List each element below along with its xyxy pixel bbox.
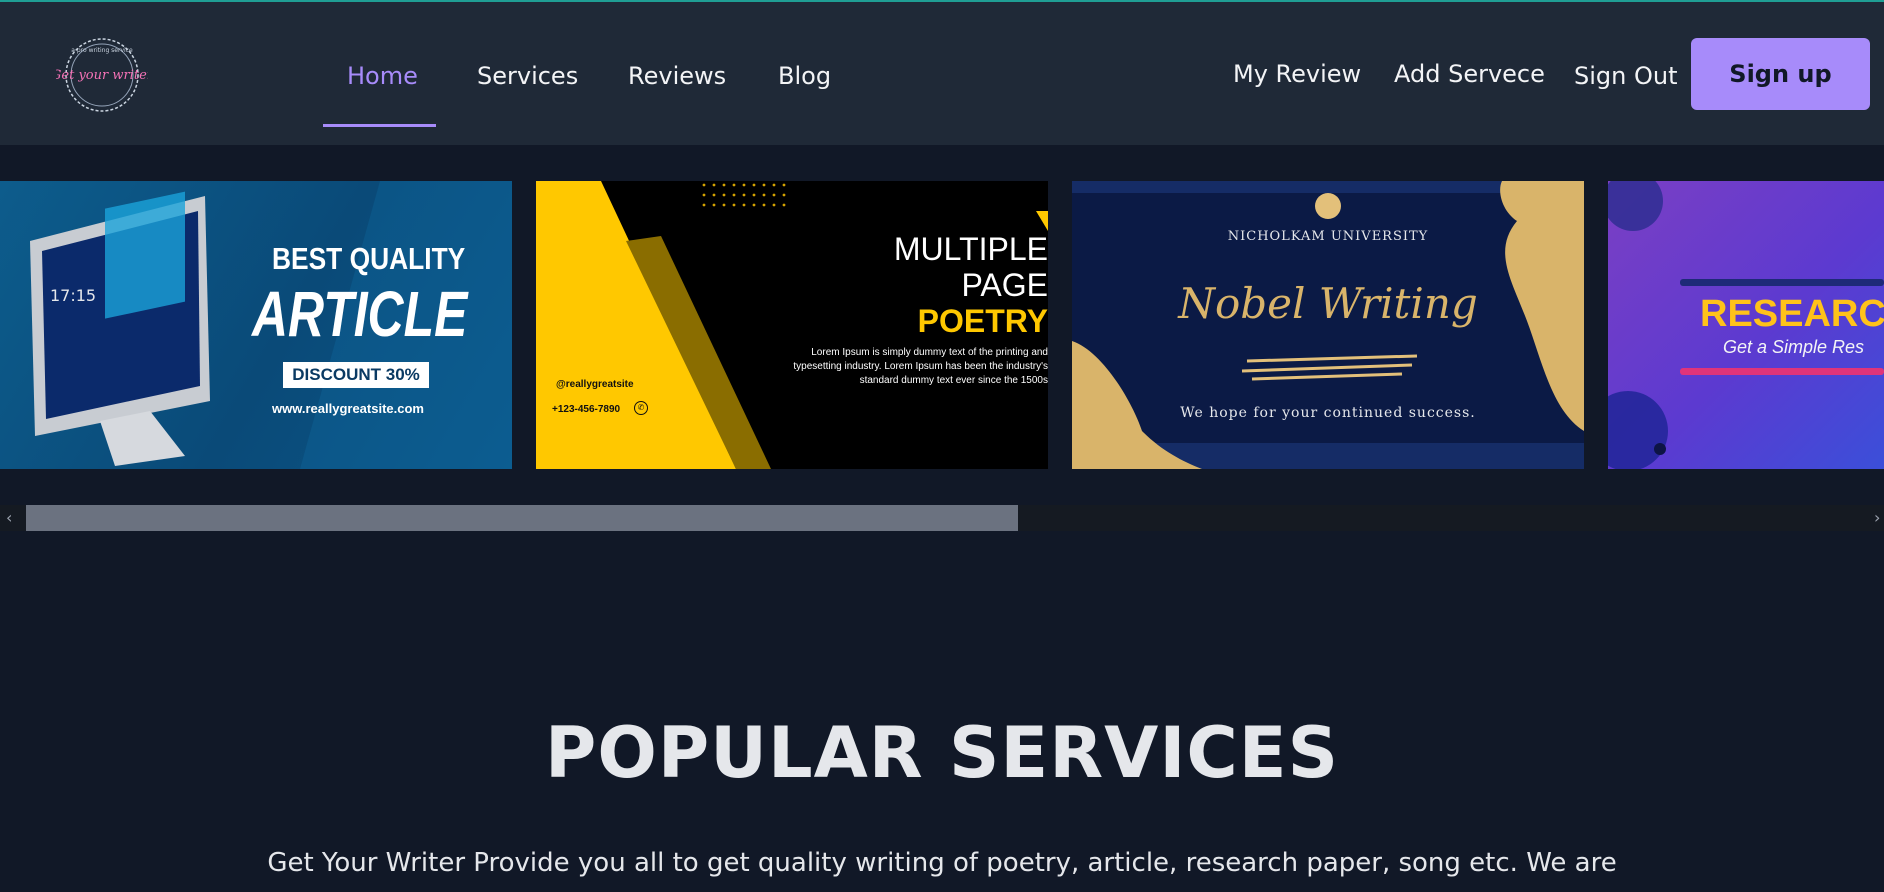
scroll-right-icon[interactable]: › <box>1874 508 1880 527</box>
nav-blog[interactable]: Blog <box>778 62 831 90</box>
nav-reviews[interactable]: Reviews <box>628 62 726 90</box>
slide4-subtitle: Get a Simple Res <box>1723 337 1865 357</box>
brand-logo[interactable]: Get your writer a pro writing service <box>51 32 154 118</box>
monitor-clock: 17:15 <box>50 286 96 305</box>
nav-services[interactable]: Services <box>477 62 578 90</box>
logo-arc-text: a pro writing service <box>71 47 133 54</box>
slide2-body1: Lorem Ipsum is simply dummy text of the … <box>811 347 1048 358</box>
slide1-badge: DISCOUNT 30% <box>283 362 429 388</box>
slide1-line1: BEST QUALITY <box>272 241 466 276</box>
nav-add-service[interactable]: Add Servece <box>1394 60 1545 88</box>
slide2-handle: @reallygreatsite <box>556 379 634 390</box>
carousel-scrollbar[interactable]: ‹ › <box>0 505 1884 531</box>
slide4-title: RESEARCH <box>1700 293 1884 335</box>
scrollbar-thumb[interactable] <box>26 505 1018 531</box>
slide3-script: Nobel Writing <box>1178 279 1478 328</box>
slide3-tagline: We hope for your continued success. <box>1180 405 1476 421</box>
nav-my-review[interactable]: My Review <box>1233 60 1361 88</box>
slide-article[interactable]: 17:15 BEST QUALITY ARTICLE DISCOUNT 30% … <box>0 181 512 469</box>
slide-research[interactable]: RESEARCH Get a Simple Res <box>1608 181 1884 469</box>
slide-poetry[interactable]: MULTIPLE PAGE POETRY Lorem Ipsum is simp… <box>536 181 1048 469</box>
slide2-body2: typesetting industry. Lorem Ipsum has be… <box>793 361 1048 372</box>
slide1-line2: ARTICLE <box>252 278 468 350</box>
slide-nobel-writing[interactable]: NICHOLKAM UNIVERSITY Nobel Writing We ho… <box>1072 181 1584 469</box>
logo-script-text: Get your writer <box>56 68 148 83</box>
nav-sign-out[interactable]: Sign Out <box>1574 62 1678 90</box>
slide2-phone: +123-456-7890 <box>552 404 621 415</box>
banner-carousel[interactable]: 17:15 BEST QUALITY ARTICLE DISCOUNT 30% … <box>0 181 1884 469</box>
popular-services-title: POPULAR SERVICES <box>545 712 1339 794</box>
scroll-left-icon[interactable]: ‹ <box>6 508 12 527</box>
nav-home[interactable]: Home <box>347 62 418 90</box>
slide2-line3: POETRY <box>917 303 1048 339</box>
slide2-body3: standard dummy text ever since the 1500s <box>859 375 1048 386</box>
popular-services-description: Get Your Writer Provide you all to get q… <box>267 848 1617 878</box>
slide2-line1: MULTIPLE <box>893 231 1048 267</box>
navbar: Get your writer a pro writing service Ho… <box>0 2 1884 145</box>
slide2-line2: PAGE <box>961 267 1048 303</box>
slide3-university: NICHOLKAM UNIVERSITY <box>1227 229 1429 244</box>
nav-active-indicator <box>323 124 436 127</box>
slide1-url: www.reallygreatsite.com <box>272 401 424 416</box>
phone-icon: ✆ <box>634 401 648 415</box>
sign-up-button[interactable]: Sign up <box>1691 38 1870 110</box>
